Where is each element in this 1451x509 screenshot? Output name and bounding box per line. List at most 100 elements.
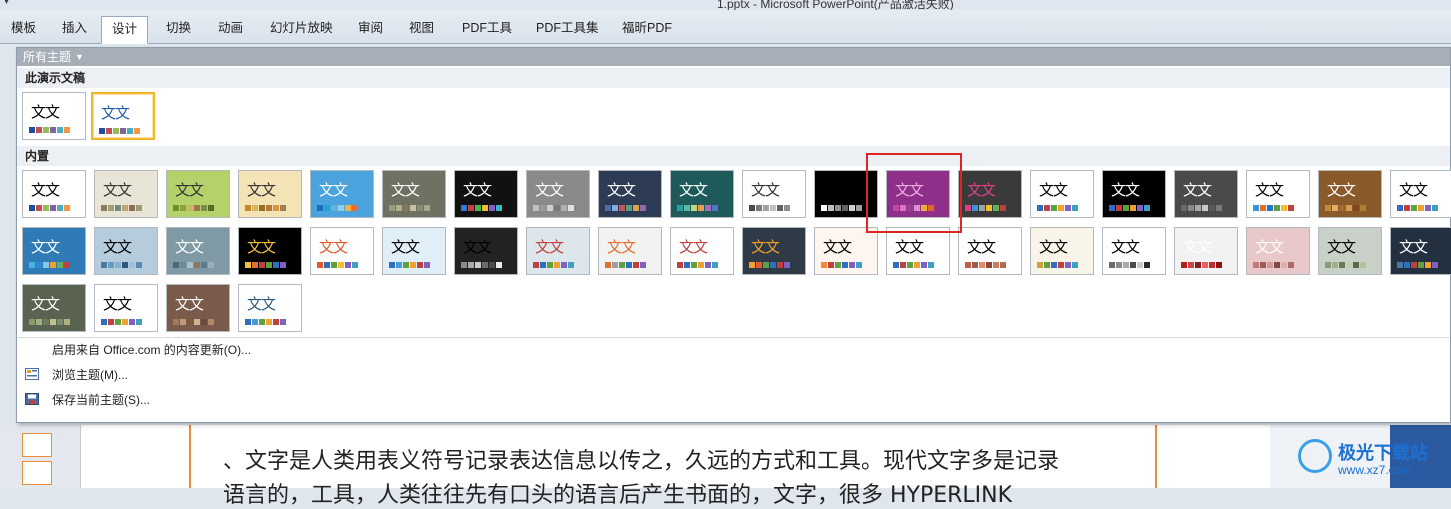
color-swatch — [1209, 262, 1215, 268]
color-swatch — [338, 205, 344, 211]
theme-thumbnail[interactable]: 文文 — [1390, 170, 1451, 218]
slide-thumbnail-pane[interactable] — [0, 425, 80, 488]
theme-thumbnail[interactable]: 文文 — [598, 227, 662, 275]
tab-8[interactable]: 视图 — [407, 16, 436, 42]
tab-7[interactable]: 审阅 — [356, 16, 385, 42]
theme-thumbnail[interactable]: 文文 — [454, 227, 518, 275]
watermark-brand: 极光下载站 — [1338, 443, 1428, 463]
theme-thumbnail[interactable]: 文文 — [166, 170, 230, 218]
theme-thumbnail[interactable]: 文文 — [382, 227, 446, 275]
chevron-down-icon[interactable]: ▼ — [75, 48, 84, 66]
ribbon-tab-bar: 模板 插入 设计 切换 动画 幻灯片放映 审阅 视图 PDF工具 PDF工具集 福昕PDF — [0, 10, 1451, 44]
theme-thumbnail[interactable]: 文文 — [958, 170, 1022, 218]
section-title: 此演示文稿 — [25, 71, 86, 85]
theme-thumbnail[interactable]: 文文 — [1246, 170, 1310, 218]
color-swatch — [468, 205, 474, 211]
tab-4[interactable]: 切换 — [164, 16, 193, 42]
slide-thumbnail[interactable] — [22, 433, 52, 457]
theme-thumbnail[interactable]: 文文 — [886, 170, 950, 218]
theme-thumbnail[interactable]: 文文 — [22, 227, 86, 275]
tab-2[interactable]: 插入 — [60, 16, 89, 42]
theme-thumbnail[interactable]: 文文 — [1390, 227, 1451, 275]
tab-11[interactable]: 福昕PDF — [620, 16, 674, 42]
tab-10[interactable]: PDF工具集 — [534, 16, 601, 42]
tab-3[interactable]: 设计 — [101, 16, 149, 44]
color-swatch — [533, 262, 539, 268]
tab-6[interactable]: 幻灯片放映 — [268, 16, 335, 42]
theme-thumbnail[interactable]: 文文 — [238, 227, 302, 275]
gallery-filter-label[interactable]: 所有主题 — [23, 48, 71, 66]
theme-thumbnail[interactable]: 文文 — [598, 170, 662, 218]
theme-thumbnail[interactable]: 文文 — [1102, 170, 1166, 218]
color-swatch — [619, 262, 625, 268]
theme-thumbnail[interactable]: 文文 — [742, 170, 806, 218]
theme-sample-text: 文文 — [967, 238, 996, 256]
color-swatch — [208, 205, 214, 211]
color-swatch — [1058, 205, 1064, 211]
menu-item-save-theme[interactable]: 保存当前主题(S)... — [18, 388, 1449, 412]
color-swatch — [1281, 262, 1287, 268]
color-swatch — [201, 319, 207, 325]
tab-1[interactable]: 模板 — [9, 16, 38, 42]
color-swatch — [461, 205, 467, 211]
color-swatch — [115, 319, 121, 325]
tab-5[interactable]: 动画 — [216, 16, 245, 42]
theme-thumbnail[interactable]: 文文 — [94, 227, 158, 275]
theme-thumbnail[interactable]: 文文 — [94, 284, 158, 332]
gallery-filter-bar[interactable]: 所有主题 ▼ — [17, 48, 1450, 66]
theme-thumbnail[interactable]: 文文 — [1030, 227, 1094, 275]
theme-thumbnail[interactable]: 文文 — [1318, 170, 1382, 218]
tab-9[interactable]: PDF工具 — [460, 16, 514, 42]
color-swatch — [914, 262, 920, 268]
theme-thumbnail[interactable]: 文文 — [238, 284, 302, 332]
theme-thumbnail[interactable]: 文文 — [1174, 170, 1238, 218]
color-swatch — [29, 319, 35, 325]
theme-thumbnail[interactable]: 文文 — [454, 170, 518, 218]
theme-thumbnail[interactable]: 文文 — [166, 284, 230, 332]
theme-thumbnail[interactable]: 文文 — [1102, 227, 1166, 275]
theme-sample-text: 文文 — [247, 181, 276, 199]
color-swatch — [187, 319, 193, 325]
theme-thumbnail[interactable]: 文文 — [1318, 227, 1382, 275]
theme-thumbnail[interactable]: 文文 — [886, 227, 950, 275]
theme-thumbnail[interactable]: 文文 — [22, 92, 86, 140]
color-swatch — [115, 205, 121, 211]
slide-body-text-line[interactable]: 、文字是人类用表义符号记录表达信息以传之，久远的方式和工具。现代文字多是记录 — [223, 443, 1059, 475]
color-swatch — [1037, 205, 1043, 211]
color-swatch — [842, 262, 848, 268]
theme-thumbnail[interactable]: 文文 — [526, 227, 590, 275]
slide-body-text-line[interactable]: 语言的，工具，人类往往先有口头的语言后产生书面的，文字，很多 HYPERLINK — [223, 477, 1012, 509]
theme-thumbnail[interactable]: 文文 — [310, 170, 374, 218]
theme-color-swatches — [245, 319, 287, 325]
theme-thumbnail[interactable]: 文文 — [22, 170, 86, 218]
color-swatch — [122, 205, 128, 211]
slide-canvas[interactable]: 、文字是人类用表义符号记录表达信息以传之，久远的方式和工具。现代文字多是记录 语… — [80, 425, 1271, 508]
theme-thumbnail[interactable]: 文文 — [22, 284, 86, 332]
theme-thumbnail[interactable]: 文文 — [670, 170, 734, 218]
theme-thumbnail[interactable]: 文文 — [1246, 227, 1310, 275]
menu-item-browse-themes[interactable]: 浏览主题(M)... — [18, 363, 1449, 387]
theme-thumbnail[interactable]: 文文 — [382, 170, 446, 218]
slide-thumbnail[interactable] — [22, 461, 52, 485]
color-swatch — [259, 262, 265, 268]
theme-thumbnail[interactable]: 文文 — [526, 170, 590, 218]
color-swatch — [928, 205, 934, 211]
theme-thumbnail[interactable]: 文文 — [1030, 170, 1094, 218]
quick-access-dropdown-icon[interactable]: ▾ — [4, 0, 9, 7]
theme-sample-text: 文文 — [823, 238, 852, 256]
theme-thumbnail[interactable]: 文文 — [238, 170, 302, 218]
theme-thumbnail[interactable]: 文文 — [310, 227, 374, 275]
menu-item-office-updates[interactable]: 启用来自 Office.com 的内容更新(O)... — [18, 338, 1449, 362]
color-swatch — [928, 262, 934, 268]
theme-thumbnail[interactable]: 文文 — [670, 227, 734, 275]
theme-thumbnail[interactable]: 文文 — [958, 227, 1022, 275]
theme-thumbnail[interactable]: 文文 — [742, 227, 806, 275]
theme-thumbnail[interactable]: 文文 — [814, 170, 878, 218]
theme-color-swatches — [605, 205, 647, 211]
theme-thumbnail[interactable]: 文文 — [1174, 227, 1238, 275]
theme-thumbnail[interactable]: 文文 — [814, 227, 878, 275]
theme-thumbnail[interactable]: 文文 — [94, 170, 158, 218]
theme-thumbnail[interactable]: 文文 — [91, 92, 155, 140]
theme-thumbnail[interactable]: 文文 — [166, 227, 230, 275]
color-swatch — [900, 262, 906, 268]
